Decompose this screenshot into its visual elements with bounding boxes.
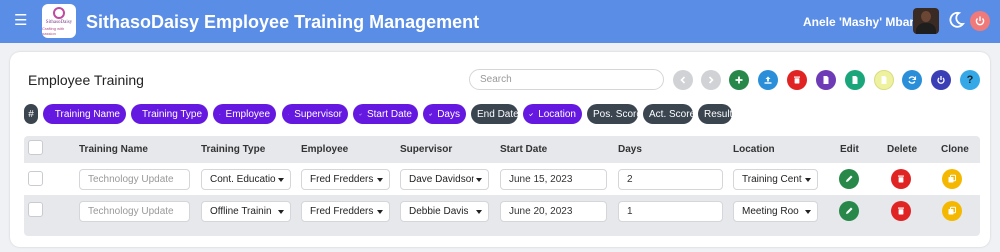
supervisor-select[interactable]: Debbie Davis [400, 201, 489, 222]
delete-button[interactable] [891, 201, 911, 221]
column-header: Clone [941, 144, 969, 155]
app-title: SithasoDaisy Employee Training Managemen… [86, 12, 480, 32]
chip-result[interactable]: Result [698, 104, 732, 124]
column-header[interactable]: Start Date [500, 144, 547, 155]
row-checkbox[interactable] [28, 202, 43, 217]
file-icon [881, 76, 887, 84]
chip-act-score[interactable]: Act. Score [643, 104, 695, 124]
check-icon [529, 112, 533, 116]
help-button[interactable]: ? [960, 70, 980, 90]
start-date-input[interactable]: June 15, 2023 [500, 169, 607, 190]
app-logo: SithasoDaisy Crafting with passion [42, 4, 76, 38]
clone-button[interactable] [942, 201, 962, 221]
pencil-icon [846, 175, 853, 182]
power-icon [975, 16, 985, 26]
column-header: Delete [887, 144, 918, 155]
caret-down-icon [476, 178, 482, 182]
supervisor-select[interactable]: Dave Davidson [400, 169, 489, 190]
chevron-left-icon [680, 76, 686, 84]
excel-button[interactable] [845, 70, 865, 90]
column-header[interactable]: Training Name [79, 144, 148, 155]
pencil-icon [846, 207, 853, 214]
file-icon [823, 76, 829, 84]
power-icon [937, 76, 945, 84]
chip-location[interactable]: Location [523, 104, 582, 124]
check-icon [219, 113, 221, 115]
upload-button[interactable] [758, 70, 778, 90]
chip-training-type[interactable]: Training Type [131, 104, 208, 124]
search-input[interactable] [469, 69, 664, 90]
delete-all-button[interactable] [787, 70, 807, 90]
check-icon [288, 113, 290, 115]
add-button[interactable] [729, 70, 749, 90]
training-type-select[interactable]: Cont. Educatio [201, 169, 291, 190]
copy-icon [948, 206, 956, 215]
chip-start-date[interactable]: Start Date [353, 104, 418, 124]
file-icon [852, 76, 858, 84]
check-icon [429, 112, 433, 116]
moon-icon[interactable] [946, 10, 966, 30]
chip-end-date[interactable]: End Date [471, 104, 519, 124]
column-header[interactable]: Employee [301, 144, 348, 155]
refresh-button[interactable] [902, 70, 922, 90]
delete-button[interactable] [891, 169, 911, 189]
power-button[interactable] [931, 70, 951, 90]
employee-select[interactable]: Fred Fredders [301, 201, 390, 222]
caret-down-icon [278, 178, 284, 182]
check-icon [359, 113, 362, 116]
edit-button[interactable] [839, 201, 859, 221]
chip-days[interactable]: Days [423, 104, 466, 124]
select-all-chip[interactable]: # [24, 104, 38, 124]
training-name-input[interactable]: Technology Update [79, 201, 190, 222]
trash-icon [898, 175, 904, 183]
location-select[interactable]: Meeting Roo [733, 201, 818, 222]
trash-icon [898, 207, 904, 215]
edit-button[interactable] [839, 169, 859, 189]
question-icon: ? [966, 74, 974, 86]
caret-down-icon [805, 178, 811, 182]
column-header[interactable]: Days [618, 144, 642, 155]
chip-employee[interactable]: Employee [213, 104, 276, 124]
next-button[interactable] [701, 70, 721, 90]
row-checkbox[interactable] [28, 171, 43, 186]
clone-button[interactable] [942, 169, 962, 189]
caret-down-icon [278, 210, 284, 214]
column-header[interactable]: Supervisor [400, 144, 452, 155]
copy-icon [948, 174, 956, 183]
select-all-checkbox[interactable] [28, 140, 43, 155]
column-header[interactable]: Training Type [201, 144, 265, 155]
refresh-icon [908, 76, 917, 84]
days-input[interactable]: 2 [618, 169, 723, 190]
days-input[interactable]: 1 [618, 201, 723, 222]
column-header[interactable]: Location [733, 144, 775, 155]
prev-button[interactable] [673, 70, 693, 90]
upload-icon [764, 76, 772, 84]
caret-down-icon [377, 210, 383, 214]
training-name-input[interactable]: Technology Update [79, 169, 190, 190]
chip-training-name[interactable]: Training Name [43, 104, 126, 124]
avatar[interactable] [913, 8, 939, 34]
training-type-select[interactable]: Offline Trainin [201, 201, 291, 222]
caret-down-icon [476, 210, 482, 214]
menu-icon[interactable]: ☰ [14, 13, 27, 28]
column-header: Edit [840, 144, 859, 155]
location-select[interactable]: Training Cent [733, 169, 818, 190]
trash-icon [794, 76, 800, 84]
chip-pos-score[interactable]: Pos. Score [587, 104, 642, 124]
page-title: Employee Training [28, 72, 144, 88]
csv-button[interactable] [874, 70, 894, 90]
top-bar: ☰ SithasoDaisy Crafting with passion Sit… [0, 0, 1000, 43]
caret-down-icon [377, 178, 383, 182]
chevron-right-icon [708, 76, 714, 84]
check-icon [49, 113, 50, 115]
start-date-input[interactable]: June 20, 2023 [500, 201, 607, 222]
employee-select[interactable]: Fred Fredders [301, 169, 390, 190]
caret-down-icon [805, 210, 811, 214]
chip-supervisor[interactable]: Supervisor [282, 104, 348, 124]
plus-icon [735, 76, 743, 84]
pdf-button[interactable] [816, 70, 836, 90]
logout-button[interactable] [970, 11, 990, 31]
user-name[interactable]: Anele 'Mashy' Mbanga [803, 15, 931, 29]
